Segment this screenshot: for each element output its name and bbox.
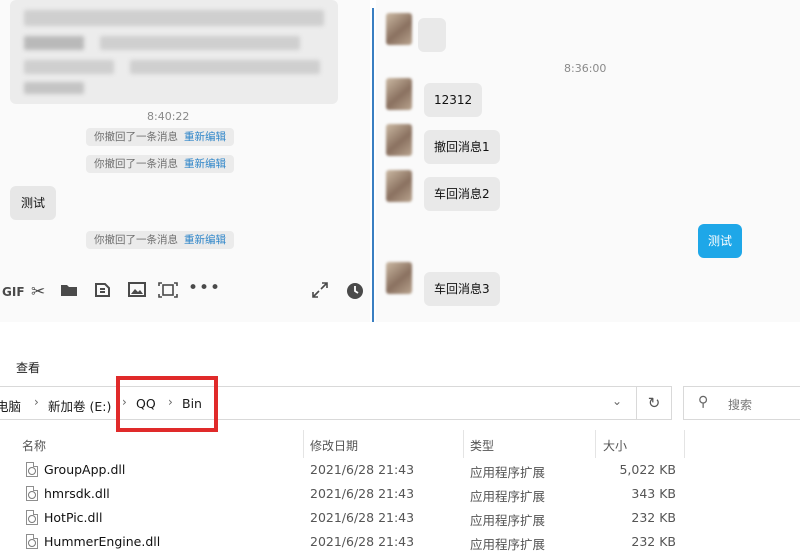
- file-size: 232 KB: [631, 510, 676, 525]
- image-icon[interactable]: [128, 282, 146, 302]
- file-type: 应用程序扩展: [470, 465, 546, 480]
- sent-message-bubble: 测试: [698, 224, 743, 258]
- recall-text: 你撤回了一条消息: [94, 234, 178, 246]
- screenshot-icon[interactable]: [158, 282, 178, 303]
- column-divider[interactable]: [463, 430, 464, 458]
- blurred-message-bubble: [418, 18, 446, 52]
- file-explorer: 查看 电脑 › 新加卷 (E:) › QQ › Bin ⌄ ↻ ⚲ 搜索 名称 …: [0, 322, 800, 559]
- chevron-down-icon[interactable]: ⌄: [612, 394, 622, 408]
- address-bar[interactable]: 电脑 › 新加卷 (E:) › QQ › Bin ⌄: [0, 386, 664, 420]
- file-name: hmrsdk.dll: [44, 486, 110, 501]
- recall-notice: 你撤回了一条消息 重新编辑: [86, 231, 234, 249]
- re-edit-link[interactable]: 重新编辑: [184, 131, 226, 143]
- column-divider[interactable]: [684, 430, 685, 458]
- file-date: 2021/6/28 21:43: [310, 534, 415, 549]
- column-header-type[interactable]: 类型: [470, 437, 494, 454]
- file-name: GroupApp.dll: [44, 462, 126, 477]
- column-header-name[interactable]: 名称: [22, 437, 46, 454]
- more-icon[interactable]: •••: [188, 278, 221, 298]
- file-name: HotPic.dll: [44, 510, 103, 525]
- column-divider[interactable]: [595, 430, 596, 458]
- highlight-annotation: [116, 376, 218, 432]
- recall-text: 你撤回了一条消息: [94, 158, 178, 170]
- scissors-icon[interactable]: ✂: [31, 282, 45, 302]
- dll-file-icon: [26, 510, 38, 525]
- right-timestamp: 8:36:00: [564, 62, 607, 75]
- re-edit-link[interactable]: 重新编辑: [184, 234, 226, 246]
- file-size: 232 KB: [631, 534, 676, 549]
- message-bubble: 车回消息2: [424, 177, 500, 211]
- column-header-date[interactable]: 修改日期: [310, 437, 358, 454]
- recall-text: 你撤回了一条消息: [94, 131, 178, 143]
- shake-icon[interactable]: [94, 282, 111, 303]
- avatar[interactable]: [386, 78, 412, 110]
- column-divider[interactable]: [303, 430, 304, 458]
- file-row[interactable]: HummerEngine.dll 2021/6/28 21:43 应用程序扩展 …: [0, 530, 760, 554]
- chat-divider: [372, 8, 374, 322]
- file-type: 应用程序扩展: [470, 489, 546, 504]
- chevron-right-icon[interactable]: ›: [34, 395, 39, 409]
- dll-file-icon: [26, 534, 38, 549]
- file-row[interactable]: HotPic.dll 2021/6/28 21:43 应用程序扩展 232 KB: [0, 506, 760, 530]
- file-size: 343 KB: [631, 486, 676, 501]
- avatar[interactable]: [386, 124, 412, 156]
- breadcrumb-item[interactable]: 电脑: [0, 396, 21, 415]
- recall-notice: 你撤回了一条消息 重新编辑: [86, 155, 234, 173]
- gif-icon[interactable]: GIF: [2, 285, 25, 299]
- avatar[interactable]: [386, 13, 412, 45]
- file-type: 应用程序扩展: [470, 513, 546, 528]
- dll-file-icon: [26, 462, 38, 477]
- avatar[interactable]: [386, 262, 412, 294]
- file-type: 应用程序扩展: [470, 537, 546, 552]
- message-bubble: 12312: [424, 83, 483, 117]
- file-date: 2021/6/28 21:43: [310, 486, 415, 501]
- avatar[interactable]: [386, 170, 412, 202]
- file-name: HummerEngine.dll: [44, 534, 161, 549]
- left-chat-panel: 8:40:22 你撤回了一条消息 重新编辑 你撤回了一条消息 重新编辑 测试 你撤回…: [0, 0, 370, 322]
- file-row[interactable]: hmrsdk.dll 2021/6/28 21:43 应用程序扩展 343 KB: [0, 482, 760, 506]
- file-date: 2021/6/28 21:43: [310, 510, 415, 525]
- refresh-icon: ↻: [647, 394, 661, 412]
- search-icon: ⚲: [698, 394, 709, 410]
- recall-notice: 你撤回了一条消息 重新编辑: [86, 128, 234, 146]
- expand-icon[interactable]: [312, 282, 328, 303]
- right-chat-panel: 8:36:00 12312 撤回消息1 车回消息2 测试 车回消息3: [376, 0, 800, 322]
- dll-file-icon: [26, 486, 38, 501]
- search-placeholder: 搜索: [728, 398, 753, 412]
- breadcrumb-item[interactable]: 新加卷 (E:): [48, 396, 111, 415]
- message-bubble: 测试: [10, 186, 57, 220]
- file-row[interactable]: GroupApp.dll 2021/6/28 21:43 应用程序扩展 5,02…: [0, 458, 760, 482]
- chat-input-toolbar: GIF ✂ •••: [0, 272, 370, 316]
- menu-view[interactable]: 查看: [16, 359, 40, 376]
- search-input[interactable]: ⚲ 搜索: [683, 386, 800, 420]
- file-date: 2021/6/28 21:43: [310, 462, 415, 477]
- message-bubble: 车回消息3: [424, 272, 500, 306]
- refresh-button[interactable]: ↻: [636, 386, 672, 420]
- re-edit-link[interactable]: 重新编辑: [184, 158, 226, 170]
- folder-icon[interactable]: [60, 282, 78, 302]
- left-timestamp: 8:40:22: [147, 110, 190, 123]
- history-clock-icon[interactable]: [346, 282, 364, 305]
- message-bubble: 撤回消息1: [424, 130, 500, 164]
- blurred-message-card: [10, 0, 338, 104]
- column-header-size[interactable]: 大小: [603, 437, 627, 454]
- file-size: 5,022 KB: [619, 462, 676, 477]
